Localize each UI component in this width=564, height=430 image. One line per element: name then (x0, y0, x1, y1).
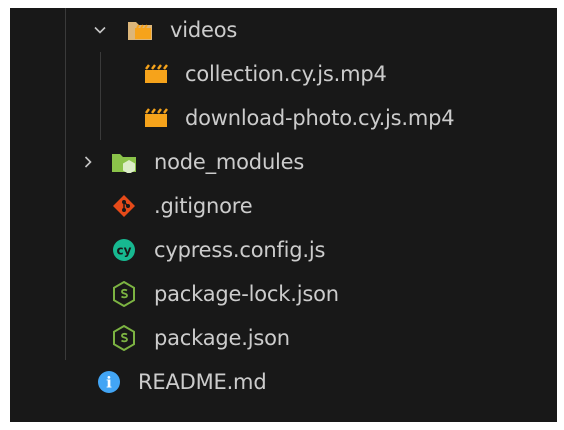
nodejs-icon (110, 280, 138, 308)
tree-item-file[interactable]: download-photo.cy.js.mp4 (10, 98, 557, 138)
tree-item-file[interactable]: .gitignore (10, 186, 557, 226)
git-icon (110, 192, 138, 220)
video-folder-icon (126, 16, 154, 44)
video-file-icon (142, 104, 170, 132)
info-icon: i (95, 368, 123, 396)
tree-item-label: package.json (154, 326, 290, 350)
tree-item-label: download-photo.cy.js.mp4 (185, 106, 455, 130)
tree-item-label: videos (170, 18, 238, 42)
cypress-icon: cy (110, 236, 138, 264)
tree-item-node-modules[interactable]: node_modules (10, 142, 557, 182)
tree-item-label: collection.cy.js.mp4 (185, 62, 387, 86)
video-file-icon (142, 60, 170, 88)
file-explorer: videos collection.cy.js.mp4 download-pho… (10, 8, 557, 422)
chevron-right-icon[interactable] (78, 152, 98, 172)
tree-item-label: node_modules (154, 150, 305, 174)
node-folder-icon (110, 148, 138, 176)
tree-item-file[interactable]: package.json (10, 318, 557, 358)
tree-item-label: package-lock.json (154, 282, 339, 306)
chevron-down-icon[interactable] (90, 20, 110, 40)
tree-item-file[interactable]: i README.md (10, 362, 557, 402)
cypress-icon-text: cy (117, 244, 132, 258)
tree-item-file[interactable]: collection.cy.js.mp4 (10, 54, 557, 94)
tree-item-label: .gitignore (154, 194, 253, 218)
tree-item-label: README.md (138, 370, 267, 394)
tree-item-videos[interactable]: videos (10, 10, 557, 50)
tree-item-file[interactable]: package-lock.json (10, 274, 557, 314)
tree-item-label: cypress.config.js (154, 238, 326, 262)
info-icon-text: i (106, 374, 112, 392)
nodejs-icon (110, 324, 138, 352)
tree-item-file[interactable]: cy cypress.config.js (10, 230, 557, 270)
